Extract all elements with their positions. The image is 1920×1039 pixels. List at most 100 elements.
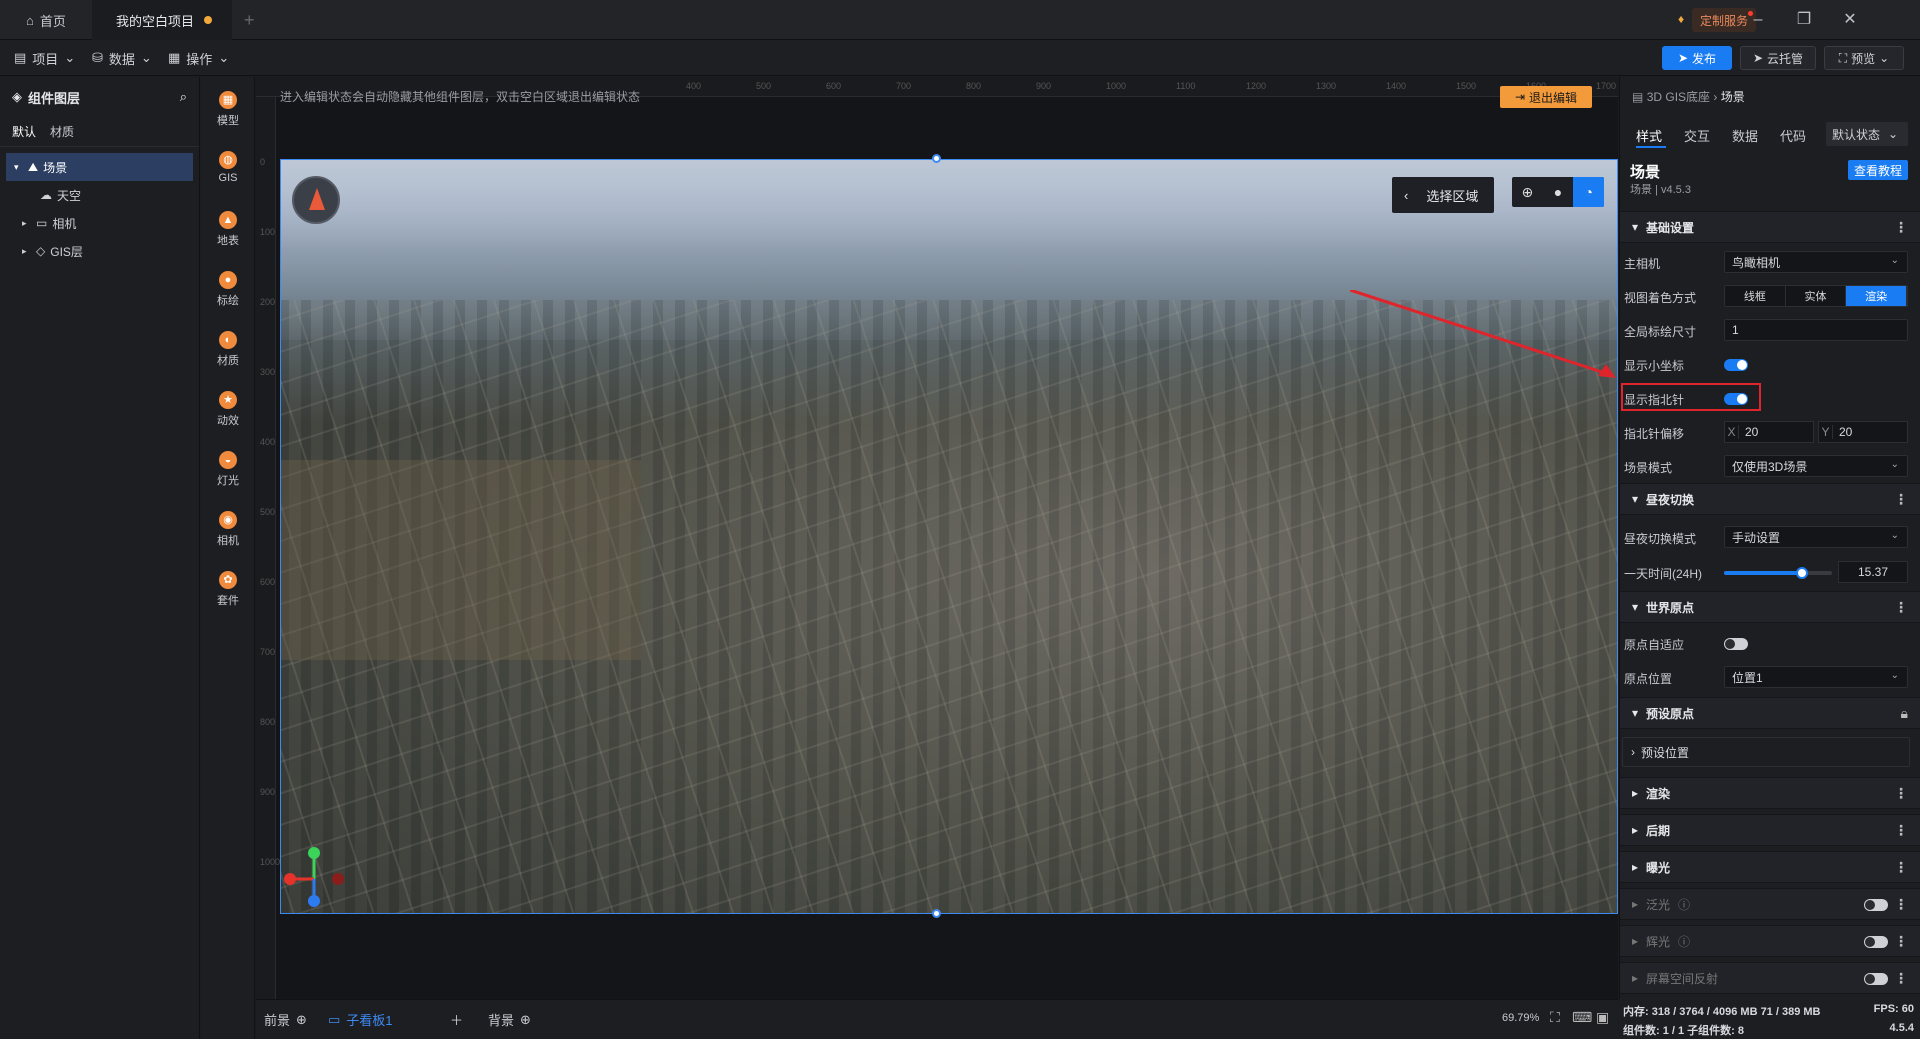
glow-toggle[interactable] [1864, 936, 1888, 948]
more-icon[interactable]: ⋮ [1894, 491, 1908, 508]
new-tab-button[interactable]: + [244, 0, 264, 40]
more-icon[interactable]: ⋮ [1894, 970, 1908, 987]
cloud-host-button[interactable]: ➤ 云托管 [1740, 46, 1816, 70]
ssr-toggle[interactable] [1864, 973, 1888, 985]
preview-button[interactable]: ⛶ 预览 ⌄ [1824, 46, 1904, 70]
dn-mode-select[interactable]: 手动设置 ⌄ [1724, 526, 1908, 548]
help-icon: ⓘ [1678, 897, 1691, 912]
section-daynight[interactable]: ▾ 昼夜切换 ⋮ [1620, 483, 1920, 515]
tab-style[interactable]: 样式 [1636, 126, 1662, 145]
minimize-button[interactable]: – [1744, 6, 1772, 34]
offset-y-input[interactable]: Y 20 [1818, 421, 1908, 443]
more-icon[interactable]: ⋮ [1894, 896, 1908, 913]
offset-x-input[interactable]: X 20 [1724, 421, 1814, 443]
origin-auto-toggle[interactable] [1724, 638, 1748, 650]
rail-mark[interactable]: ● 标绘 [201, 271, 255, 308]
mark-size-input[interactable]: 1 [1724, 319, 1908, 341]
close-button[interactable]: ✕ [1836, 6, 1864, 34]
resize-handle-top[interactable] [932, 154, 941, 163]
add-board-button[interactable]: ＋ [450, 1010, 463, 1029]
solid-mode-icon[interactable]: ● [1543, 177, 1574, 207]
section-exposure[interactable]: ▸ 曝光 ⋮ [1620, 851, 1920, 883]
publish-button[interactable]: ➤ 发布 [1662, 46, 1732, 70]
tab-subboard[interactable]: ▭ 子看板1 [328, 1010, 393, 1029]
more-icon[interactable]: ⋮ [1894, 859, 1908, 876]
section-ssr[interactable]: ▸ 屏幕空间反射 ⋮ [1620, 962, 1920, 994]
chevron-down-icon: ⌄ [218, 50, 230, 65]
day-time-slider[interactable] [1724, 567, 1832, 579]
main-camera-select[interactable]: 鸟瞰相机 ⌄ [1724, 251, 1908, 273]
folder-icon: ▭ [36, 216, 48, 230]
seg-wireframe[interactable]: 线框 [1725, 286, 1786, 306]
section-bloom[interactable]: ▸ 泛光 ⓘ ⋮ [1620, 888, 1920, 920]
terminal-icon[interactable]: ▣ [1596, 1009, 1609, 1026]
slider-knob[interactable] [1795, 567, 1808, 579]
restore-button[interactable]: ❐ [1790, 6, 1818, 34]
tree-item-sky[interactable]: ☁ 天空 [0, 181, 199, 209]
scene-viewport[interactable] [280, 159, 1618, 914]
add-circle-icon[interactable]: ⊕ [296, 1012, 307, 1028]
seg-render[interactable]: 渲染 [1846, 286, 1907, 306]
select-area-button[interactable]: ‹ 选择区域 [1392, 177, 1494, 213]
rail-terrain[interactable]: ▲ 地表 [201, 211, 255, 248]
bulb-icon: ◒ [219, 451, 237, 469]
more-icon[interactable]: ⋮ [1894, 219, 1908, 236]
search-icon[interactable]: ⌕ [180, 89, 187, 105]
section-origin[interactable]: ▾ 世界原点 ⋮ [1620, 591, 1920, 623]
tab-background[interactable]: 背景 ⊕ [488, 1010, 531, 1029]
section-post[interactable]: ▸ 后期 ⋮ [1620, 814, 1920, 846]
caret-right-icon: › [1631, 745, 1635, 759]
rail-light[interactable]: ◒ 灯光 [201, 451, 255, 488]
state-select[interactable]: 默认状态 ⌄ [1826, 122, 1908, 146]
tab-code[interactable]: 代码 [1780, 126, 1806, 145]
tab-interaction[interactable]: 交互 [1684, 126, 1710, 145]
rail-camera[interactable]: ◉ 相机 [201, 511, 255, 548]
day-time-input[interactable]: 15.37 [1838, 561, 1908, 583]
rail-gis[interactable]: ◍ GIS [201, 151, 255, 184]
tab-project[interactable]: 我的空白项目 [92, 0, 232, 40]
render-mode-icon[interactable]: ◔ [1573, 177, 1604, 207]
menu-project[interactable]: ▤ 项目 ⌄ [14, 48, 75, 68]
globe-mode-icon[interactable]: ⊕ [1512, 177, 1543, 207]
rail-kit[interactable]: ✿ 套件 [201, 571, 255, 608]
more-icon[interactable]: ⋮ [1894, 933, 1908, 950]
section-preset[interactable]: ▾ 预设原点 🔒︎ [1620, 697, 1920, 729]
more-icon[interactable]: ⋮ [1894, 785, 1908, 802]
more-icon[interactable]: ⋮ [1894, 822, 1908, 839]
exit-edit-button[interactable]: ⇥ 退出编辑 [1500, 86, 1592, 108]
caret-right-icon: ▸ [22, 245, 27, 256]
small-axis-toggle[interactable] [1724, 359, 1748, 371]
tutorial-button[interactable]: 查看教程 [1848, 160, 1908, 180]
tab-home[interactable]: ⌂ 首页 [0, 0, 92, 40]
menu-data[interactable]: ⛁ 数据 ⌄ [92, 48, 152, 68]
keyboard-icon[interactable]: ⌨ [1572, 1009, 1592, 1026]
tree-item-gis-layer[interactable]: ▸ ◇ GIS层 [0, 237, 199, 265]
tab-data[interactable]: 数据 [1732, 126, 1758, 145]
bloom-toggle[interactable] [1864, 899, 1888, 911]
layer-panel-header: ◈ 组件图层 ⌕ [12, 89, 187, 106]
rail-model[interactable]: ▦ 模型 [201, 91, 255, 128]
tree-item-camera[interactable]: ▸ ▭ 相机 [0, 209, 199, 237]
tab-foreground[interactable]: 前景 ⊕ [264, 1010, 307, 1029]
resize-handle-bottom[interactable] [932, 909, 941, 918]
menu-operate[interactable]: ▦ 操作 ⌄ [168, 48, 229, 68]
scene-mode-select[interactable]: 仅使用3D场景 ⌄ [1724, 455, 1908, 477]
seg-solid[interactable]: 实体 [1785, 286, 1847, 306]
preset-position-row[interactable]: › 预设位置 [1622, 737, 1910, 767]
subtab-default[interactable]: 默认 [12, 123, 36, 140]
tree-item-scene[interactable]: ▾ ⛰ 场景 [6, 153, 193, 181]
section-glow[interactable]: ▸ 辉光 ⓘ ⋮ [1620, 925, 1920, 957]
rail-material[interactable]: ◐ 材质 [201, 331, 255, 368]
rail-effect[interactable]: ★ 动效 [201, 391, 255, 428]
lock-icon[interactable]: 🔒︎ [1901, 705, 1908, 722]
section-basic[interactable]: ▾ 基础设置 ⋮ [1620, 211, 1920, 243]
north-compass[interactable] [292, 176, 340, 224]
section-render[interactable]: ▸ 渲染 ⋮ [1620, 777, 1920, 809]
origin-pos-select[interactable]: 位置1 ⌄ [1724, 666, 1908, 688]
add-circle-icon[interactable]: ⊕ [520, 1012, 531, 1028]
exit-icon: ⇥ [1514, 90, 1526, 104]
subtab-material[interactable]: 材质 [50, 123, 74, 140]
chevron-down-icon: ⌄ [140, 50, 152, 65]
fit-screen-icon[interactable]: ⛶ [1550, 1009, 1560, 1026]
more-icon[interactable]: ⋮ [1894, 599, 1908, 616]
